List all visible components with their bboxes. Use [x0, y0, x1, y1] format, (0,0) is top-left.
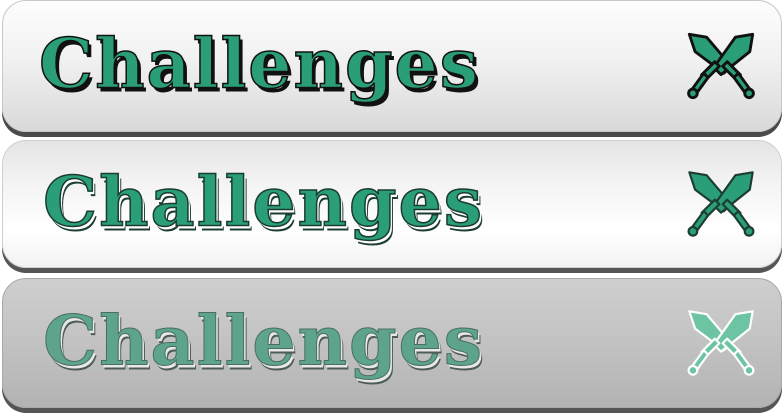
challenges-button-disabled: Challenges	[2, 278, 782, 408]
crossed-swords-icon	[687, 171, 755, 237]
challenges-button-hover[interactable]: Challenges	[2, 140, 782, 268]
crossed-swords-icon	[687, 310, 755, 376]
challenges-button-label: Challenges	[38, 24, 481, 105]
challenges-button-label: Challenges	[42, 301, 485, 382]
challenges-button-normal[interactable]: Challenges	[2, 0, 782, 132]
challenges-button-label: Challenges	[42, 162, 485, 243]
crossed-swords-icon	[687, 32, 755, 100]
